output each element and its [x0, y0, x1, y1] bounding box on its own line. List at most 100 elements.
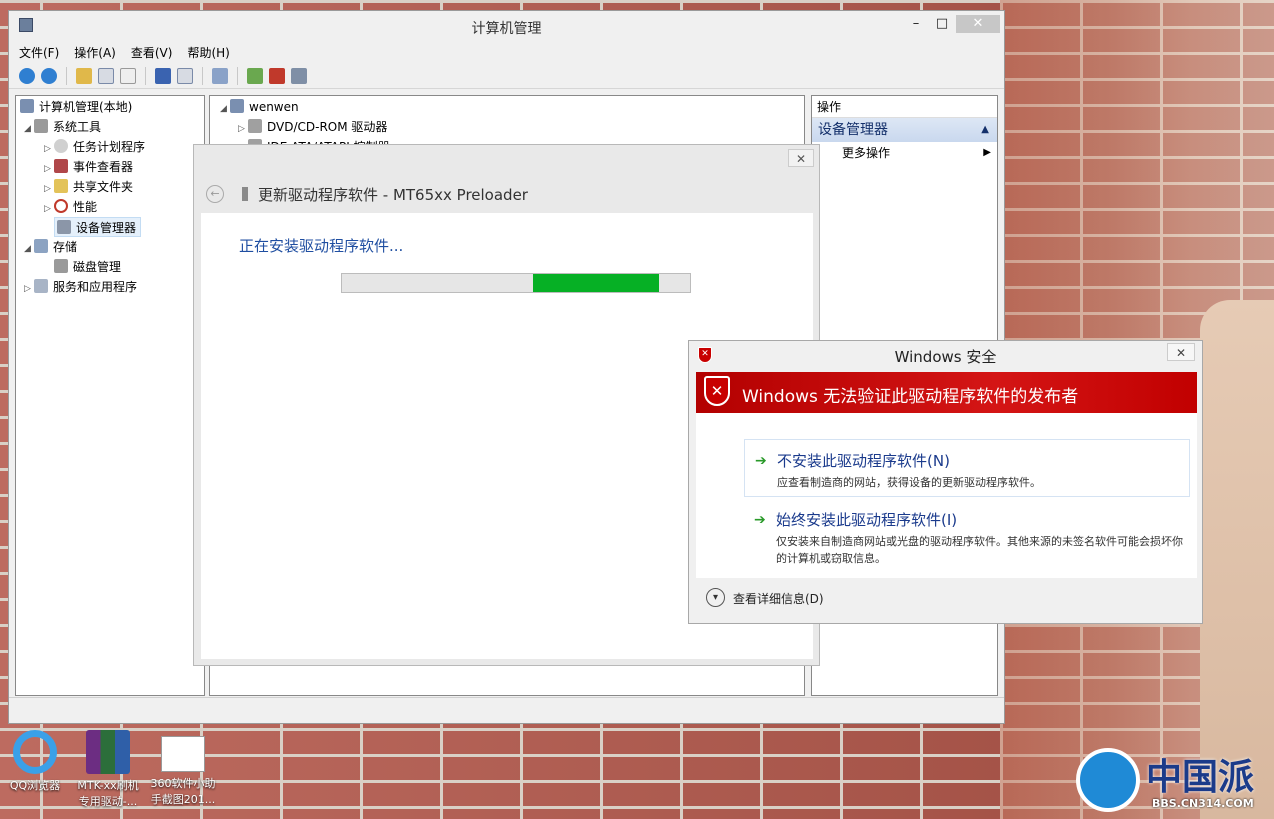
expand-arrow-icon[interactable]: ▷: [44, 179, 54, 199]
tree-event-viewer[interactable]: ▷ 事件查看器: [44, 157, 133, 177]
tree-shared-folders[interactable]: ▷ 共享文件夹: [44, 177, 133, 197]
toolbar-separator: [237, 66, 238, 85]
tree-services[interactable]: ▷ 服务和应用程序: [24, 277, 137, 297]
green-arrow-icon: ➔: [754, 512, 766, 528]
install-anyway-option[interactable]: ➔ 始终安装此驱动程序软件(I) 仅安装来自制造商网站或光盘的驱动程序软件。其他…: [744, 499, 1190, 569]
security-close-button[interactable]: ✕: [1167, 343, 1195, 361]
actions-section-device-manager[interactable]: 设备管理器 ▲: [812, 118, 997, 142]
watermark-logo-text: 中国派: [1146, 757, 1255, 798]
storage-icon: [34, 239, 48, 253]
computer-icon: [20, 99, 34, 113]
collapse-arrow-icon[interactable]: ◢: [24, 119, 34, 139]
expand-arrow-icon[interactable]: ▷: [44, 139, 54, 159]
properties-icon[interactable]: [120, 67, 136, 84]
install-progress-bar: [341, 273, 691, 293]
tree-performance[interactable]: ▷ 性能: [44, 197, 97, 217]
dvd-drive-icon: [248, 119, 262, 133]
collapse-arrow-icon[interactable]: ◢: [24, 239, 34, 259]
close-button[interactable]: ✕: [956, 15, 1000, 33]
update-driver-icon[interactable]: [247, 67, 263, 84]
tree-device-manager-label: 设备管理器: [76, 221, 137, 235]
tools-icon: [34, 119, 48, 133]
desktop-icon-label-line2: 专用驱动-...: [78, 795, 138, 808]
clock-icon: [54, 139, 68, 153]
tree-device-manager[interactable]: 设备管理器: [54, 217, 142, 237]
tree-storage-label: 存储: [53, 240, 78, 254]
menu-file[interactable]: 文件(F): [19, 44, 59, 61]
dialog-title: 更新驱动程序软件 - MT65xx Preloader: [258, 186, 528, 204]
desktop-icon-label: 360软件小助: [150, 777, 216, 790]
tree-task-scheduler[interactable]: ▷ 任务计划程序: [44, 137, 145, 157]
event-viewer-icon: [54, 159, 68, 173]
navigation-tree: 计算机管理(本地) ◢ 系统工具 ▷ 任务计划程序 ▷ 事件查看器 ▷ 共享文件夹 ▷ 性…: [15, 95, 205, 696]
install-status-text: 正在安装驱动程序软件...: [239, 237, 404, 255]
tree-system-tools-label: 系统工具: [53, 120, 102, 134]
install-anyway-desc: 仅安装来自制造商网站或光盘的驱动程序软件。其他来源的未签名软件可能会损坏你的计算…: [776, 535, 1183, 565]
up-icon[interactable]: [76, 67, 92, 84]
tree-performance-label: 性能: [73, 200, 98, 214]
expand-arrow-icon[interactable]: ▷: [24, 279, 34, 299]
desktop-icon-mtk[interactable]: MTK-xx刷机 专用驱动-...: [73, 730, 143, 810]
menu-action[interactable]: 操作(A): [74, 44, 116, 61]
forward-icon[interactable]: [41, 67, 57, 84]
install-anyway-title: 始终安装此驱动程序软件(I): [776, 511, 958, 529]
qq-browser-icon: [13, 730, 57, 774]
desktop-icon-qq-browser[interactable]: QQ浏览器: [0, 730, 70, 794]
menu-view[interactable]: 查看(V): [131, 44, 173, 61]
show-hide-tree-icon[interactable]: [98, 67, 114, 84]
watermark-url: BBS.CN314.COM: [1152, 797, 1254, 810]
status-bar: [9, 697, 1004, 723]
tree-event-viewer-label: 事件查看器: [73, 160, 134, 174]
uninstall-icon[interactable]: [269, 67, 285, 84]
more-actions-label: 更多操作: [842, 146, 891, 160]
view-details-link[interactable]: 查看详细信息(D): [733, 590, 824, 607]
dont-install-title: 不安装此驱动程序软件(N): [777, 452, 950, 470]
help-icon[interactable]: [155, 67, 171, 84]
tree-shared-folders-label: 共享文件夹: [73, 180, 134, 194]
device-computer[interactable]: ◢ wenwen: [220, 97, 299, 117]
tree-root[interactable]: 计算机管理(本地): [20, 97, 132, 117]
toolbar: [9, 63, 1004, 89]
desktop-icon-screenshot[interactable]: 360软件小助 手截图201...: [148, 730, 218, 808]
tree-system-tools[interactable]: ◢ 系统工具: [24, 117, 101, 137]
security-dialog-title: Windows 安全: [894, 348, 997, 366]
expand-arrow-icon[interactable]: ▷: [44, 159, 54, 179]
shared-folder-icon: [54, 179, 68, 193]
back-icon[interactable]: [19, 67, 35, 84]
tree-disk-management-label: 磁盘管理: [73, 260, 122, 274]
back-arrow-icon[interactable]: ←: [206, 185, 224, 203]
warning-text: Windows 无法验证此驱动程序软件的发布者: [742, 387, 1079, 407]
title-bar[interactable]: 计算机管理 – □ ✕: [9, 11, 1004, 41]
menu-help[interactable]: 帮助(H): [187, 44, 229, 61]
collapse-up-icon[interactable]: ▲: [981, 118, 989, 142]
tree-disk-management[interactable]: 磁盘管理: [54, 257, 121, 277]
minimize-button[interactable]: –: [903, 15, 929, 33]
disk-icon: [54, 259, 68, 273]
warning-shield-icon: ✕: [704, 376, 730, 406]
device-dvd[interactable]: ▷ DVD/CD-ROM 驱动器: [238, 117, 387, 137]
disable-icon[interactable]: [291, 67, 307, 84]
toolbar-separator: [66, 66, 67, 85]
collapse-arrow-icon[interactable]: ◢: [220, 99, 230, 119]
dialog-close-button[interactable]: ✕: [788, 149, 814, 167]
expand-details-icon[interactable]: ▾: [706, 588, 725, 607]
more-actions-item[interactable]: 更多操作 ▶: [812, 142, 997, 164]
toolbar-separator: [202, 66, 203, 85]
windows-security-dialog: ✕ Windows 安全 ✕ ✕ Windows 无法验证此驱动程序软件的发布者…: [688, 340, 1203, 624]
actions-section-label: 设备管理器: [818, 122, 888, 138]
tree-services-label: 服务和应用程序: [53, 280, 138, 294]
dont-install-option[interactable]: ➔ 不安装此驱动程序软件(N) 应查看制造商的网站，获得设备的更新驱动程序软件。: [744, 439, 1190, 497]
desktop-icon-label: MTK-xx刷机: [77, 779, 139, 792]
image-file-icon: [161, 736, 205, 772]
show-hide-action-icon[interactable]: [177, 67, 193, 84]
maximize-button[interactable]: □: [929, 15, 955, 33]
watermark-logo-icon: [1076, 748, 1140, 812]
expand-arrow-icon[interactable]: ▷: [238, 119, 248, 139]
device-manager-icon: [57, 220, 71, 234]
expand-arrow-icon[interactable]: ▷: [44, 199, 54, 219]
scan-hardware-icon[interactable]: [212, 67, 228, 84]
tree-storage[interactable]: ◢ 存储: [24, 237, 77, 257]
actions-header: 操作: [812, 96, 997, 118]
computer-icon: [230, 99, 244, 113]
tree-task-scheduler-label: 任务计划程序: [73, 140, 146, 154]
